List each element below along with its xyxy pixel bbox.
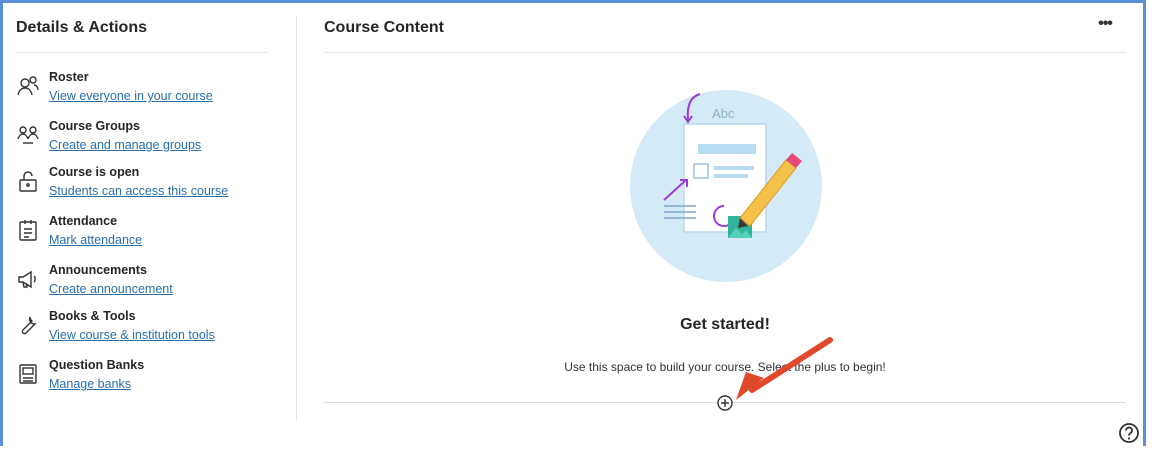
sidebar-item-title: Roster xyxy=(49,70,89,84)
groups-link[interactable]: Create and manage groups xyxy=(49,138,201,152)
question-bank-icon xyxy=(19,364,37,384)
sidebar-item-question-banks: Question Banks Manage banks xyxy=(16,358,266,398)
unlock-icon xyxy=(19,171,37,192)
groups-icon xyxy=(17,126,39,144)
sidebar-divider xyxy=(16,52,268,53)
roster-link[interactable]: View everyone in your course xyxy=(49,89,213,103)
help-icon[interactable] xyxy=(1118,422,1140,444)
sidebar-item-books-tools: Books & Tools View course & institution … xyxy=(16,309,266,349)
sidebar-item-announcements: Announcements Create announcement xyxy=(16,263,266,303)
content-top-divider xyxy=(324,52,1126,53)
column-divider xyxy=(296,16,297,420)
course-access-link[interactable]: Students can access this course xyxy=(49,184,228,198)
megaphone-icon xyxy=(18,270,36,289)
sidebar-item-title: Announcements xyxy=(49,263,147,277)
more-options-button[interactable]: ••• xyxy=(1094,16,1116,38)
wrench-icon xyxy=(21,316,37,335)
add-content-plus-icon[interactable] xyxy=(716,394,734,412)
details-actions-panel: Details & Actions xyxy=(16,14,268,42)
sidebar-item-title: Course is open xyxy=(49,165,140,179)
sidebar-item-title: Question Banks xyxy=(49,358,145,372)
sidebar-title: Details & Actions xyxy=(16,19,147,36)
attendance-icon xyxy=(19,220,37,241)
question-banks-link[interactable]: Manage banks xyxy=(49,377,131,391)
roster-icon xyxy=(17,76,39,96)
illustration-label: Abc xyxy=(712,106,735,121)
sidebar-item-roster: Roster View everyone in your course xyxy=(16,70,266,110)
empty-course-illustration: Abc xyxy=(630,90,822,282)
sidebar-item-attendance: Attendance Mark attendance xyxy=(16,214,266,254)
tools-link[interactable]: View course & institution tools xyxy=(49,328,215,342)
empty-state-heading: Get started! xyxy=(680,316,770,333)
sidebar-item-title: Attendance xyxy=(49,214,118,228)
sidebar-item-course-open: Course is open Students can access this … xyxy=(16,165,266,205)
announcement-link[interactable]: Create announcement xyxy=(49,282,173,296)
attendance-link[interactable]: Mark attendance xyxy=(49,233,142,247)
sidebar-item-groups: Course Groups Create and manage groups xyxy=(16,119,266,159)
empty-state-hint: Use this space to build your course. Sel… xyxy=(564,360,886,374)
sidebar-item-title: Books & Tools xyxy=(49,309,136,323)
sidebar-item-title: Course Groups xyxy=(49,119,140,133)
page-title: Course Content xyxy=(324,19,444,36)
